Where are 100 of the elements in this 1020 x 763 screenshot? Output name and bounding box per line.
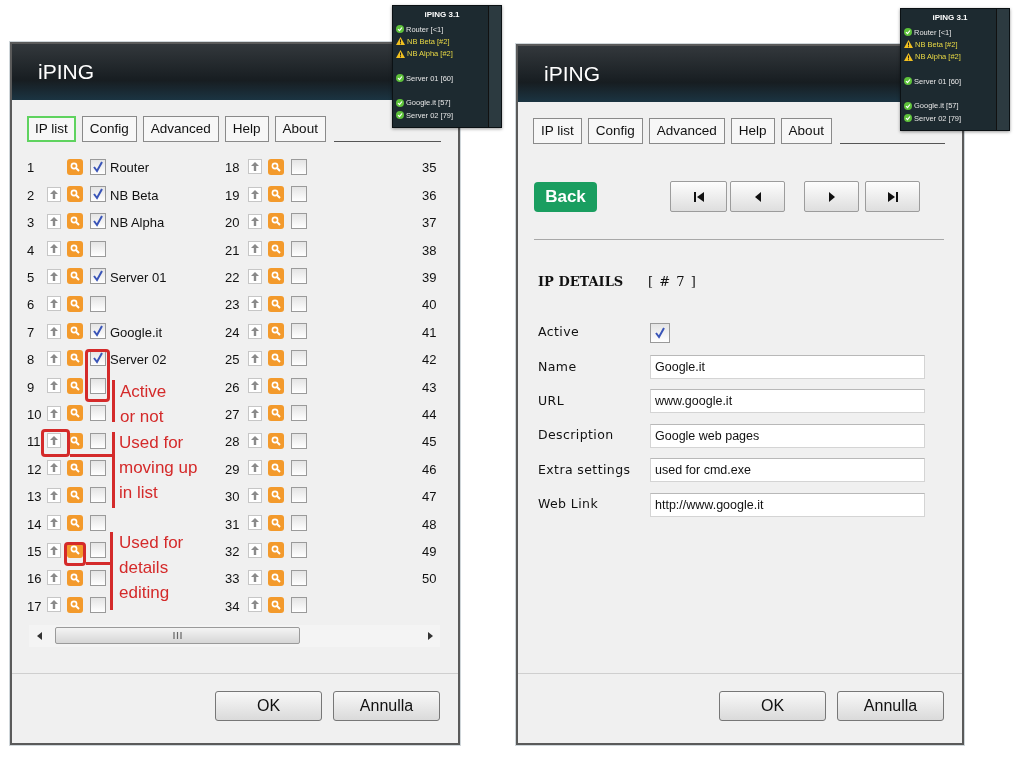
tab[interactable]: Advanced	[648, 118, 725, 144]
edit-details-button[interactable]	[268, 377, 284, 394]
move-up-button[interactable]	[248, 405, 262, 421]
edit-details-button[interactable]	[268, 186, 284, 203]
move-up-button[interactable]	[47, 460, 61, 476]
edit-details-button[interactable]	[268, 158, 284, 175]
edit-details-button[interactable]	[268, 295, 284, 312]
tab[interactable]: About	[780, 118, 832, 144]
checkbox[interactable]	[90, 460, 106, 476]
first-record-button[interactable]	[670, 181, 727, 212]
tab[interactable]: Config	[587, 118, 643, 144]
tab[interactable]: Config	[81, 116, 137, 142]
last-record-button[interactable]	[865, 181, 920, 212]
checkbox[interactable]	[90, 268, 106, 285]
tab[interactable]: Help	[224, 116, 269, 142]
checkbox[interactable]	[291, 514, 307, 531]
move-up-button[interactable]	[248, 460, 262, 476]
move-up-button[interactable]	[47, 323, 61, 339]
dialog-button[interactable]: Annulla	[333, 691, 440, 721]
move-up-button[interactable]	[47, 570, 61, 586]
move-up-button[interactable]	[47, 350, 61, 366]
checkbox[interactable]	[90, 514, 106, 531]
move-up-button[interactable]	[248, 487, 262, 503]
checkbox[interactable]	[90, 295, 106, 312]
move-up-button[interactable]	[47, 515, 61, 531]
tab[interactable]: About	[274, 116, 326, 142]
edit-details-button[interactable]	[268, 487, 284, 504]
edit-details-button[interactable]	[268, 460, 284, 476]
move-up-button[interactable]	[47, 296, 61, 312]
checkbox[interactable]	[90, 405, 106, 422]
move-up-button[interactable]	[47, 213, 61, 229]
edit-details-button[interactable]	[268, 432, 284, 449]
move-up-button[interactable]	[47, 597, 61, 613]
tab[interactable]: IP list	[27, 116, 76, 142]
move-up-button[interactable]	[47, 378, 61, 394]
checkbox[interactable]	[90, 186, 106, 203]
dialog-button[interactable]: Annulla	[837, 691, 944, 721]
edit-details-button[interactable]	[268, 213, 284, 230]
move-up-button[interactable]	[47, 405, 61, 421]
scrollbar-thumb[interactable]	[55, 627, 300, 645]
edit-details-button[interactable]	[268, 569, 284, 586]
move-up-button[interactable]	[248, 241, 262, 257]
text-field[interactable]: www.google.it	[650, 389, 925, 414]
checkbox[interactable]	[291, 432, 307, 449]
checkbox[interactable]	[90, 596, 106, 613]
checkbox[interactable]	[90, 158, 106, 175]
edit-details-button[interactable]	[268, 240, 284, 257]
move-up-button[interactable]	[248, 542, 262, 558]
checkbox[interactable]	[291, 323, 307, 340]
checkbox[interactable]	[291, 542, 307, 559]
move-up-button[interactable]	[248, 350, 262, 366]
edit-details-button[interactable]	[67, 569, 83, 586]
checkbox[interactable]	[90, 240, 106, 257]
checkbox[interactable]	[291, 158, 307, 175]
move-up-button[interactable]	[248, 515, 262, 531]
checkbox[interactable]	[291, 268, 307, 285]
edit-details-button[interactable]	[67, 350, 83, 367]
move-up-button[interactable]	[47, 487, 61, 503]
checkbox[interactable]	[291, 569, 307, 586]
checkbox[interactable]	[90, 542, 106, 559]
edit-details-button[interactable]	[268, 323, 284, 340]
checkbox[interactable]	[90, 377, 106, 394]
edit-details-button[interactable]	[67, 377, 83, 394]
move-up-button[interactable]	[248, 186, 262, 202]
text-field[interactable]: used for cmd.exe	[650, 458, 925, 483]
checkbox[interactable]	[291, 596, 307, 613]
edit-details-button[interactable]	[67, 487, 83, 504]
edit-details-button[interactable]	[268, 596, 284, 613]
checkbox[interactable]	[90, 487, 106, 504]
checkbox[interactable]	[291, 460, 307, 476]
checkbox[interactable]	[291, 377, 307, 394]
edit-details-button[interactable]	[67, 240, 83, 257]
edit-details-button[interactable]	[268, 268, 284, 285]
tab[interactable]: IP list	[533, 118, 582, 144]
edit-details-button[interactable]	[67, 295, 83, 312]
edit-details-button[interactable]	[67, 158, 83, 175]
move-up-button[interactable]	[248, 433, 262, 449]
next-record-button[interactable]	[804, 181, 859, 212]
checkbox[interactable]	[90, 213, 106, 230]
move-up-button[interactable]	[248, 159, 262, 175]
edit-details-button[interactable]	[67, 405, 83, 422]
checkbox[interactable]	[90, 432, 106, 449]
move-up-button[interactable]	[47, 268, 61, 284]
checkbox[interactable]	[650, 322, 670, 343]
checkbox[interactable]	[291, 295, 307, 312]
move-up-button[interactable]	[248, 296, 262, 312]
checkbox[interactable]	[90, 323, 106, 340]
text-field[interactable]: Google web pages	[650, 423, 925, 448]
edit-details-button[interactable]	[67, 268, 83, 285]
dialog-button[interactable]: OK	[215, 691, 322, 721]
checkbox[interactable]	[291, 487, 307, 504]
checkbox[interactable]	[291, 186, 307, 203]
dialog-button[interactable]: OK	[719, 691, 826, 721]
text-field[interactable]: http://www.google.it	[650, 492, 925, 517]
move-up-button[interactable]	[47, 433, 61, 449]
move-up-button[interactable]	[248, 597, 262, 613]
tab[interactable]: Help	[730, 118, 775, 144]
move-up-button[interactable]	[248, 378, 262, 394]
edit-details-button[interactable]	[67, 323, 83, 340]
move-up-button[interactable]	[47, 542, 61, 558]
